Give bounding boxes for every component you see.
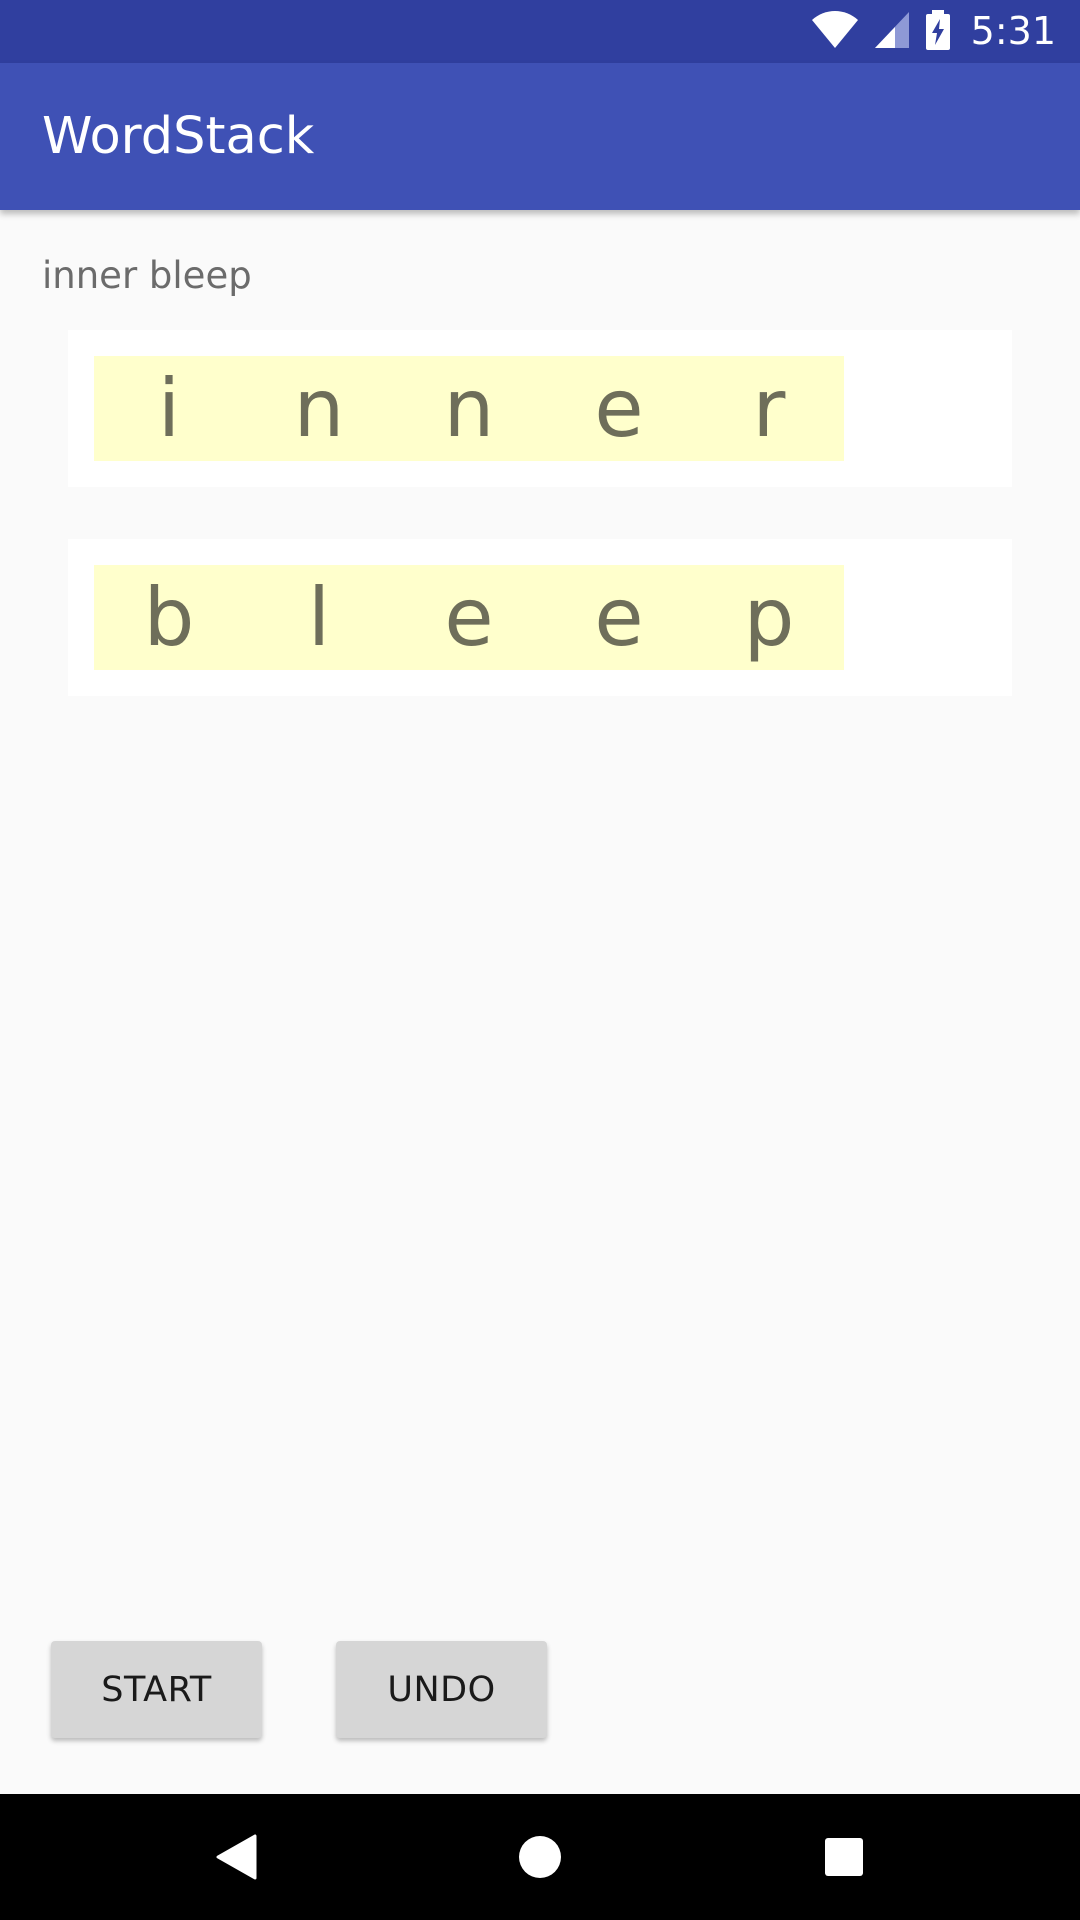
letter-tile[interactable]: b (94, 565, 244, 670)
undo-button[interactable]: UNDO (336, 1641, 547, 1738)
recents-icon[interactable] (781, 1794, 907, 1920)
home-icon[interactable] (477, 1794, 603, 1920)
letter-tile[interactable]: n (244, 356, 394, 461)
letter-tile[interactable]: e (544, 565, 694, 670)
letter-tile[interactable]: e (544, 356, 694, 461)
letter-tile[interactable]: n (394, 356, 544, 461)
status-bar: 5:31 (0, 0, 1080, 63)
letter-tile[interactable]: l (244, 565, 394, 670)
start-button[interactable]: START (51, 1641, 262, 1738)
app-title: WordStack (42, 107, 315, 166)
navigation-bar (0, 1794, 1080, 1920)
battery-charging-icon (925, 9, 951, 54)
word-stack-card[interactable]: b l e e p (68, 539, 1012, 696)
status-icons: 5:31 (811, 0, 1056, 63)
screen: 5:31 WordStack inner bleep i n n e r b l… (0, 0, 1080, 1920)
status-time: 5:31 (970, 9, 1056, 53)
letter-tile[interactable]: r (694, 356, 844, 461)
wifi-icon (811, 10, 859, 54)
letter-tile-row[interactable]: i n n e r (94, 356, 844, 461)
app-bar: WordStack (0, 63, 1080, 210)
letter-tile[interactable]: i (94, 356, 244, 461)
word-stack-card[interactable]: i n n e r (68, 330, 1012, 487)
letter-tile[interactable]: e (394, 565, 544, 670)
cell-signal-icon (873, 10, 911, 54)
letter-tile-row[interactable]: b l e e p (94, 565, 844, 670)
letter-tile[interactable]: p (694, 565, 844, 670)
back-icon[interactable] (173, 1794, 299, 1920)
word-hint: inner bleep (42, 254, 252, 297)
